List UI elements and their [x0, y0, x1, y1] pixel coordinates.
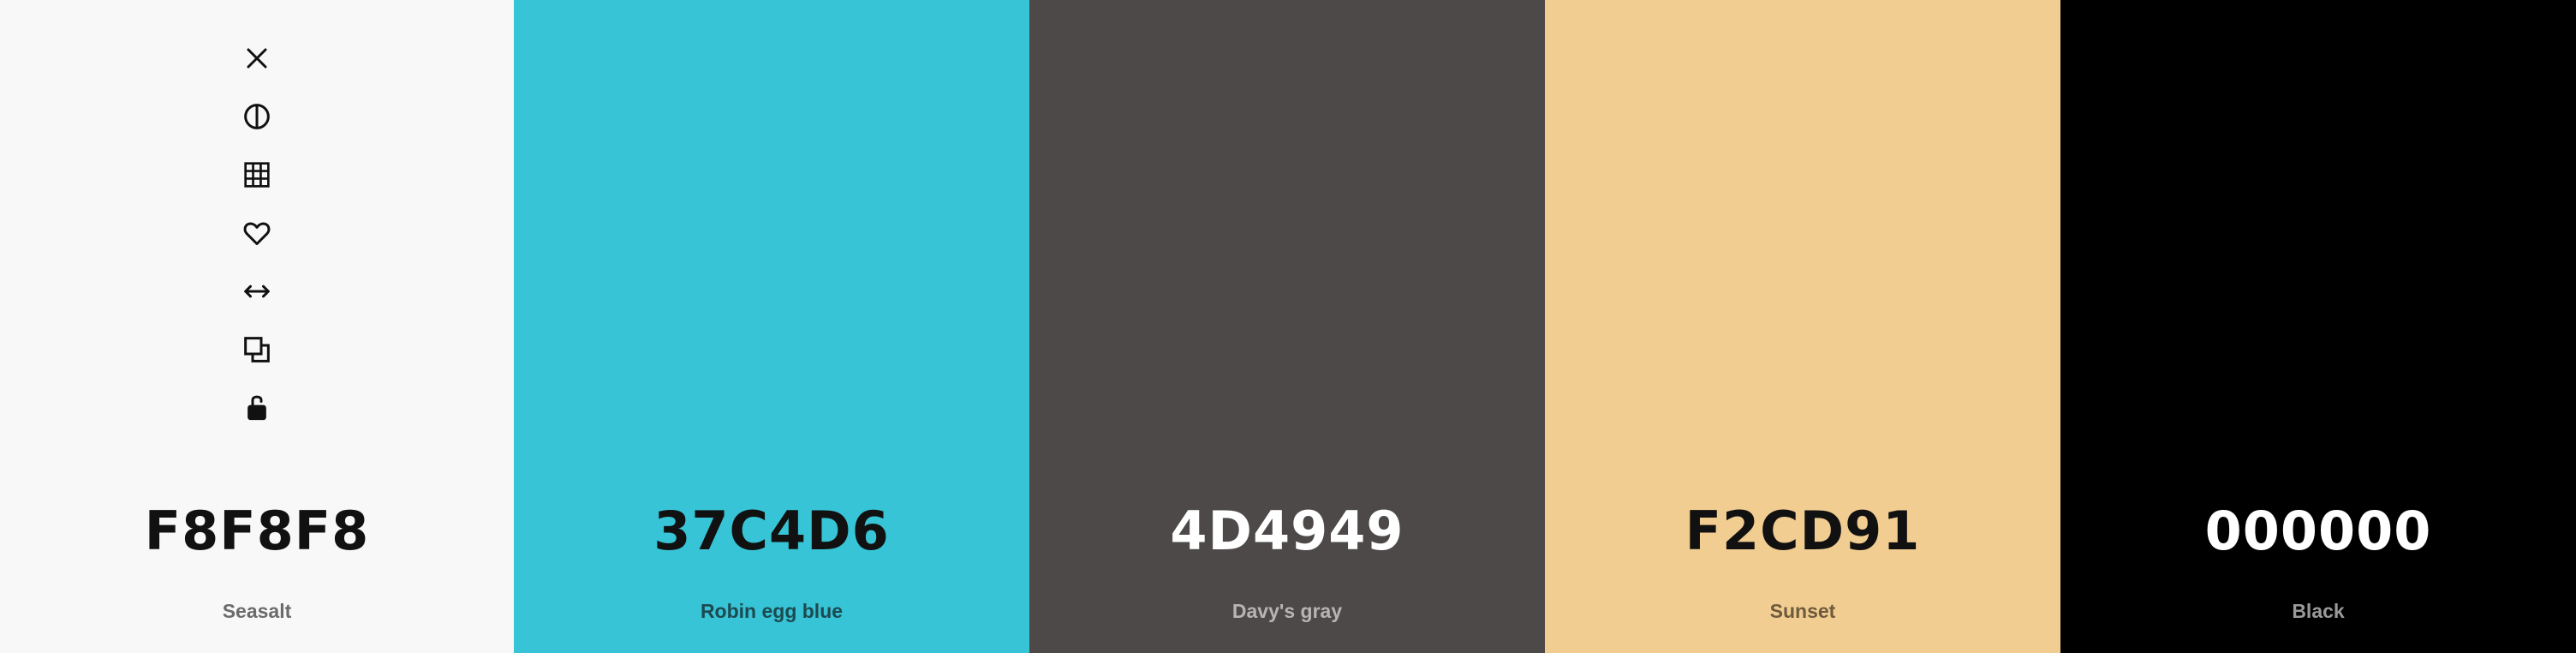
contrast-icon [244, 104, 270, 129]
color-name[interactable]: Black [2060, 596, 2576, 626]
color-palette: F8F8F8 Seasalt 37C4D6 Robin egg blue 4D4… [0, 0, 2576, 653]
shades-grid-icon [244, 162, 270, 188]
swatch-sunset[interactable]: F2CD91 Sunset [1545, 0, 2060, 653]
color-name[interactable]: Robin egg blue [514, 596, 1029, 626]
swatch-davys-gray[interactable]: 4D4949 Davy's gray [1029, 0, 1545, 653]
unlock-icon [247, 395, 266, 421]
swatch-toolbar [240, 41, 274, 425]
remove-color-button[interactable] [240, 41, 274, 75]
copy-hex-button[interactable] [240, 332, 274, 367]
view-grid-button[interactable] [240, 158, 274, 192]
color-name[interactable]: Davy's gray [1029, 596, 1545, 626]
color-name[interactable]: Sunset [1545, 596, 2060, 626]
close-icon [247, 48, 267, 69]
drag-arrows-icon [244, 285, 270, 298]
swatch-seasalt[interactable]: F8F8F8 Seasalt [0, 0, 514, 653]
hex-code[interactable]: F2CD91 [1545, 497, 2060, 566]
heart-icon [243, 222, 271, 245]
hex-code[interactable]: 000000 [2060, 497, 2576, 566]
lock-color-button[interactable] [240, 391, 274, 425]
save-color-button[interactable] [240, 216, 274, 250]
swatch-black[interactable]: 000000 Black [2060, 0, 2576, 653]
hex-code[interactable]: F8F8F8 [0, 497, 514, 566]
swatch-robin-egg-blue[interactable]: 37C4D6 Robin egg blue [514, 0, 1029, 653]
drag-color-handle[interactable] [240, 274, 274, 309]
view-shades-button[interactable] [240, 99, 274, 134]
copy-icon [244, 337, 270, 362]
color-name[interactable]: Seasalt [0, 596, 514, 626]
hex-code[interactable]: 4D4949 [1029, 497, 1545, 566]
hex-code[interactable]: 37C4D6 [514, 497, 1029, 566]
